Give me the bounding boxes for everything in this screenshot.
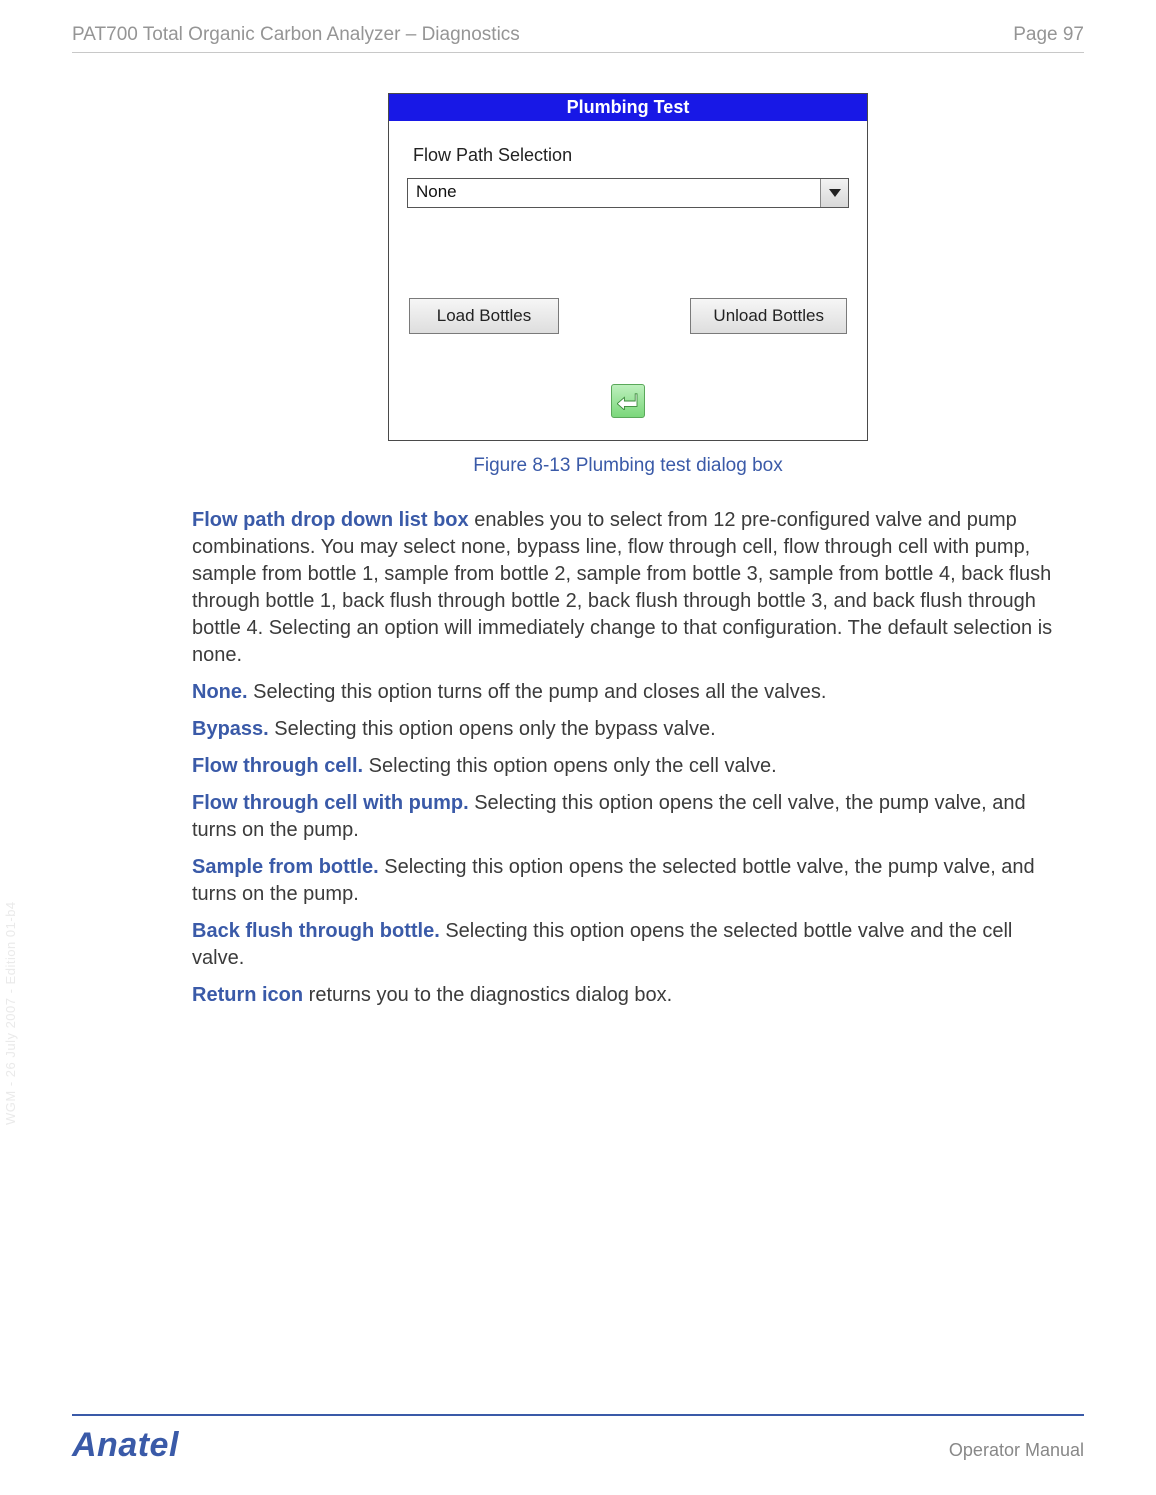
- footer-divider: [72, 1414, 1084, 1416]
- paragraph-rest: enables you to select from 12 pre-config…: [192, 509, 1052, 666]
- body-paragraph: Flow through cell with pump. Selecting t…: [192, 790, 1064, 844]
- paragraph-bold: Flow through cell with pump.: [192, 792, 469, 814]
- figure-caption: Figure 8-13 Plumbing test dialog box: [473, 455, 782, 477]
- return-icon[interactable]: [611, 384, 645, 418]
- paragraph-bold: Return icon: [192, 984, 303, 1006]
- paragraph-bold: Flow through cell.: [192, 755, 363, 777]
- load-bottles-button[interactable]: Load Bottles: [409, 298, 559, 334]
- body-paragraph: Sample from bottle. Selecting this optio…: [192, 854, 1064, 908]
- body-paragraph: Back flush through bottle. Selecting thi…: [192, 918, 1064, 972]
- brand-logo: Anatel: [72, 1426, 179, 1465]
- body-paragraph: Flow path drop down list box enables you…: [192, 507, 1064, 669]
- footer-right: Operator Manual: [949, 1440, 1084, 1461]
- paragraph-bold: Bypass.: [192, 718, 269, 740]
- paragraph-rest: Selecting this option opens only the byp…: [269, 718, 716, 740]
- paragraph-bold: Flow path drop down list box: [192, 509, 469, 531]
- body-paragraph: None. Selecting this option turns off th…: [192, 679, 1064, 706]
- body-paragraph: Flow through cell. Selecting this option…: [192, 753, 1064, 780]
- plumbing-test-dialog: Plumbing Test Flow Path Selection None L…: [388, 93, 868, 441]
- paragraph-rest: returns you to the diagnostics dialog bo…: [303, 984, 672, 1006]
- flow-path-value: None: [408, 179, 820, 207]
- paragraph-rest: Selecting this option opens only the cel…: [363, 755, 777, 777]
- edition-sidetext: WGM - 26 July 2007 - Edition 01-b4: [3, 901, 18, 1125]
- dialog-title: Plumbing Test: [389, 94, 867, 121]
- flow-path-combobox[interactable]: None: [407, 178, 849, 208]
- header-divider: [72, 52, 1084, 53]
- paragraph-rest: Selecting this option turns off the pump…: [248, 681, 827, 703]
- unload-bottles-button[interactable]: Unload Bottles: [690, 298, 847, 334]
- chevron-down-icon[interactable]: [820, 179, 848, 207]
- header-title: PAT700 Total Organic Carbon Analyzer – D…: [72, 24, 520, 46]
- paragraph-bold: None.: [192, 681, 248, 703]
- body-paragraph: Return icon returns you to the diagnosti…: [192, 982, 1064, 1009]
- paragraph-bold: Sample from bottle.: [192, 856, 379, 878]
- flow-path-label: Flow Path Selection: [413, 145, 849, 166]
- body-paragraph: Bypass. Selecting this option opens only…: [192, 716, 1064, 743]
- page-number: Page 97: [1013, 24, 1084, 46]
- paragraph-bold: Back flush through bottle.: [192, 920, 440, 942]
